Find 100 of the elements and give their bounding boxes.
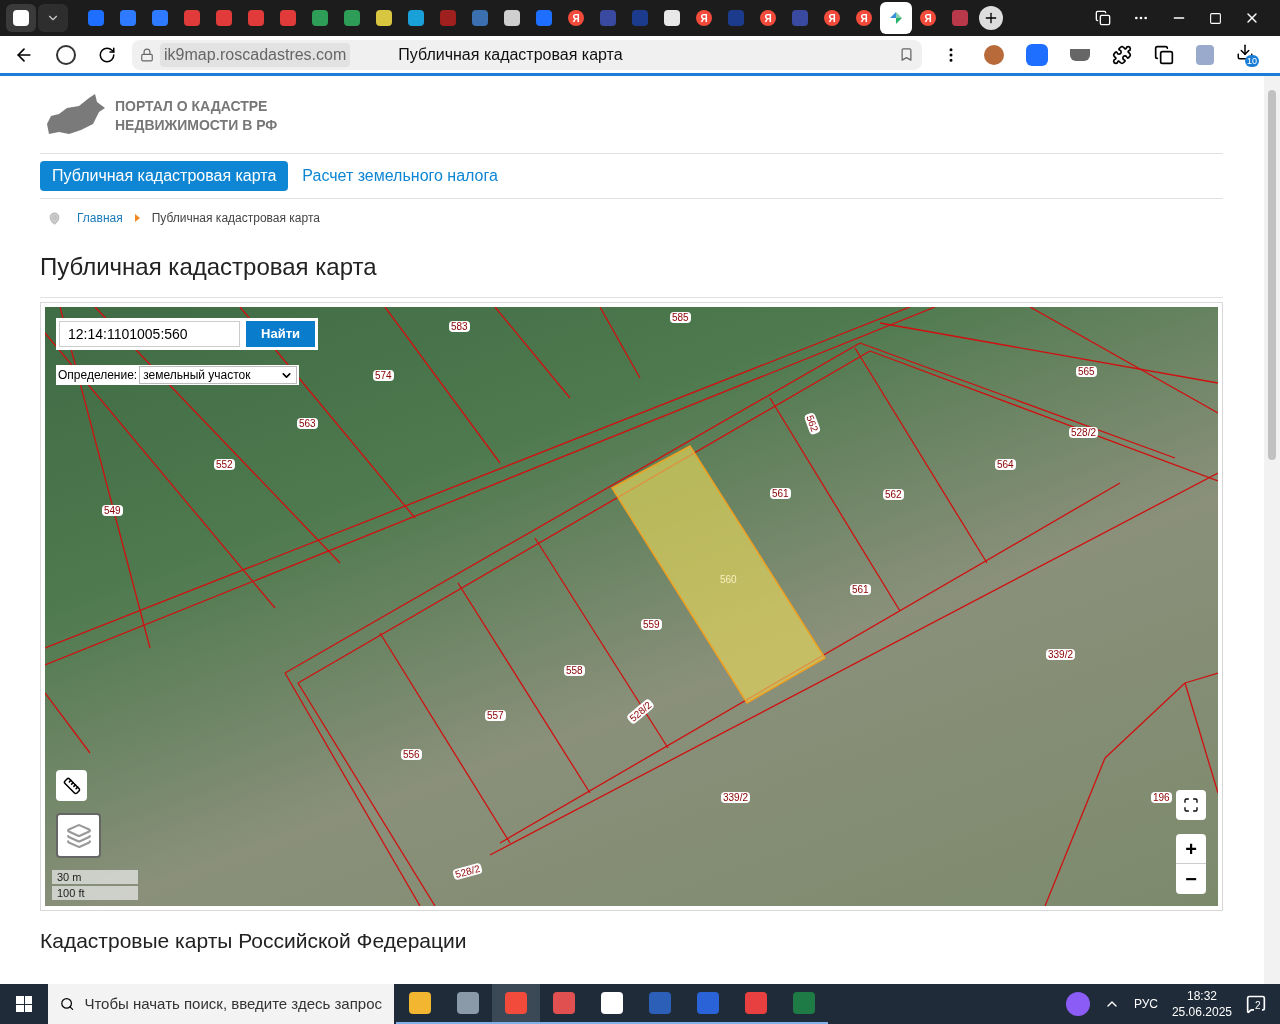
url-text: ik9map.roscadastres.com bbox=[160, 42, 351, 67]
breadcrumb-link[interactable]: Главная bbox=[77, 209, 123, 227]
tab-favicon-icon: Я bbox=[856, 10, 872, 26]
parcel-label: 565 bbox=[1076, 366, 1097, 377]
tabs-icon[interactable] bbox=[1095, 10, 1111, 26]
downloads-badge: 10 bbox=[1245, 54, 1259, 67]
extensions-icon[interactable] bbox=[1112, 44, 1132, 65]
clock[interactable]: 18:32 25.06.2025 bbox=[1171, 988, 1232, 1020]
extension-icon[interactable] bbox=[1026, 43, 1048, 66]
cadastral-number-field[interactable]: 12:14:1101005:560 bbox=[59, 321, 240, 347]
tab-favicon-icon bbox=[728, 10, 744, 26]
tab-favicon-icon: Я bbox=[920, 10, 936, 26]
tab-favicon-icon bbox=[248, 10, 264, 26]
tab-favicon-icon bbox=[600, 10, 616, 26]
tab-favicon-icon bbox=[504, 10, 520, 26]
plus-icon bbox=[983, 10, 999, 26]
extension-icon[interactable] bbox=[984, 44, 1004, 65]
reload-icon[interactable] bbox=[98, 45, 116, 64]
tab-favicon-icon bbox=[344, 10, 360, 26]
nav-tab[interactable]: Расчет земельного налога bbox=[296, 161, 504, 191]
lock-icon bbox=[140, 47, 154, 62]
tab-favicon-icon bbox=[216, 10, 232, 26]
parcel-label: 556 bbox=[401, 749, 422, 760]
parcel-label: 558 bbox=[564, 665, 585, 676]
scale-bar: 30 m bbox=[52, 870, 138, 884]
tab-favicon-icon bbox=[312, 10, 328, 26]
parcel-label: 549 bbox=[102, 505, 123, 516]
app-icon bbox=[649, 992, 671, 1014]
assistant-icon[interactable] bbox=[1065, 992, 1090, 1016]
layers-button[interactable] bbox=[56, 813, 101, 858]
restore-icon[interactable] bbox=[1209, 11, 1222, 25]
tab-favicon-icon bbox=[184, 10, 200, 26]
tab-favicon-icon: Я bbox=[760, 10, 776, 26]
nav-tab[interactable]: Публичная кадастровая карта bbox=[40, 161, 289, 191]
tab-favicon-icon: Я bbox=[696, 10, 712, 26]
section-heading: Кадастровые карты Российской Федерации bbox=[40, 928, 468, 954]
browser-tab[interactable]: Я bbox=[688, 2, 720, 34]
tab-favicon-icon bbox=[664, 10, 680, 26]
location-pin-icon bbox=[48, 211, 61, 225]
parcel-label: 339/2 bbox=[1046, 649, 1076, 660]
parcel-label: 528/2 bbox=[1069, 427, 1099, 438]
app-icon bbox=[553, 992, 575, 1014]
parcel-label: 563 bbox=[297, 418, 318, 429]
speaker-icon bbox=[13, 10, 29, 26]
language-indicator[interactable]: РУС bbox=[1133, 995, 1158, 1013]
logo-text: ПОРТАЛ О КАДАСТРЕ bbox=[115, 97, 269, 116]
browser-tab[interactable] bbox=[880, 2, 912, 34]
tab-favicon-icon bbox=[152, 10, 168, 26]
tab-favicon-icon bbox=[280, 10, 296, 26]
tab-favicon-icon bbox=[472, 10, 488, 26]
taskbar-search-field[interactable]: Чтобы начать поиск, введите здесь запрос bbox=[48, 984, 394, 1024]
layers-icon bbox=[65, 822, 92, 849]
search-button[interactable]: Найти bbox=[246, 321, 315, 347]
app-icon bbox=[601, 992, 623, 1014]
zoom-in-button[interactable]: + bbox=[1176, 834, 1206, 864]
parcel-label: 559 bbox=[641, 619, 662, 630]
browser-tab[interactable]: Я bbox=[816, 2, 848, 34]
app-icon bbox=[697, 992, 719, 1014]
tab-favicon-icon bbox=[376, 10, 392, 26]
fullscreen-button[interactable] bbox=[1176, 790, 1206, 820]
parcel-label: 339/2 bbox=[721, 792, 751, 803]
app-icon bbox=[505, 992, 527, 1014]
tab-audio-button[interactable] bbox=[6, 4, 36, 32]
notifications-icon[interactable] bbox=[1246, 994, 1266, 1014]
app-icon bbox=[793, 992, 815, 1014]
browser-tab[interactable]: Я bbox=[912, 2, 944, 34]
address-bar[interactable]: ik9map.roscadastres.com Публичная кадастровая карта bbox=[132, 39, 922, 70]
zoom-out-button[interactable]: − bbox=[1176, 864, 1206, 894]
app-icon bbox=[745, 992, 767, 1014]
parcel-label: 560 bbox=[719, 574, 738, 585]
tab-favicon-icon: Я bbox=[568, 10, 584, 26]
browser-tab[interactable]: Я bbox=[560, 2, 592, 34]
page-title-text: Публичная кадастровая карта bbox=[398, 44, 623, 65]
new-tab-button[interactable] bbox=[979, 6, 1003, 30]
scrollbar[interactable] bbox=[1264, 76, 1280, 984]
tab-favicon-icon bbox=[408, 10, 424, 26]
page-heading: Публичная кадастровая карта bbox=[40, 249, 1223, 298]
scale-bar: 100 ft bbox=[52, 886, 138, 900]
browser-tab[interactable]: Я bbox=[752, 2, 784, 34]
tab-favicon-icon bbox=[120, 10, 136, 26]
tab-favicon-icon bbox=[632, 10, 648, 26]
tab-favicon-icon bbox=[792, 10, 808, 26]
logo-text: НЕДВИЖИМОСТИ В РФ bbox=[115, 116, 278, 135]
breadcrumb-arrow-icon bbox=[134, 214, 140, 222]
parcel-label: 561 bbox=[770, 488, 791, 499]
extension-icon[interactable] bbox=[1070, 48, 1090, 61]
app-icon bbox=[457, 992, 479, 1014]
tab-favicon-icon: Я bbox=[824, 10, 840, 26]
fullscreen-icon bbox=[1183, 797, 1199, 813]
collections-icon[interactable] bbox=[1154, 44, 1174, 65]
browser-tab[interactable]: Я bbox=[848, 2, 880, 34]
parcel-label: 557 bbox=[485, 710, 506, 721]
definition-label: Определение: bbox=[58, 367, 139, 384]
parcel-label: 561 bbox=[850, 584, 871, 595]
bookmark-icon[interactable] bbox=[899, 47, 914, 62]
ruler-button[interactable] bbox=[56, 770, 87, 801]
tab-favicon-icon bbox=[952, 10, 968, 26]
definition-select[interactable]: земельный участок bbox=[139, 366, 298, 384]
search-icon bbox=[60, 996, 75, 1012]
tab-favicon-icon bbox=[88, 10, 104, 26]
